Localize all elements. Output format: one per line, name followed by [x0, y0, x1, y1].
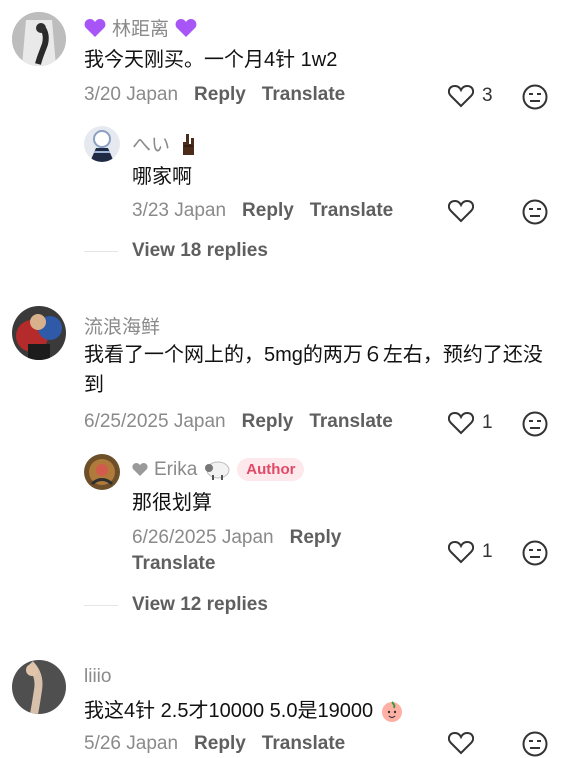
avatar[interactable]: [12, 660, 66, 714]
comment-date: 5/26 Japan: [84, 733, 179, 754]
reply-button[interactable]: Reply: [194, 733, 246, 755]
translate-button[interactable]: Translate: [262, 733, 345, 755]
dislike-face-icon[interactable]: [522, 731, 548, 757]
comment-text: 我这4针 2.5才10000 5.0是19000: [84, 696, 544, 726]
heart-outline-icon: [448, 731, 474, 755]
comment: liiio 我这4针 2.5才10000 5.0是19000 5/26 Japa…: [0, 0, 565, 758]
comment-username[interactable]: liiio: [84, 666, 111, 688]
peach-icon: [379, 698, 405, 724]
like-button[interactable]: [448, 731, 474, 755]
